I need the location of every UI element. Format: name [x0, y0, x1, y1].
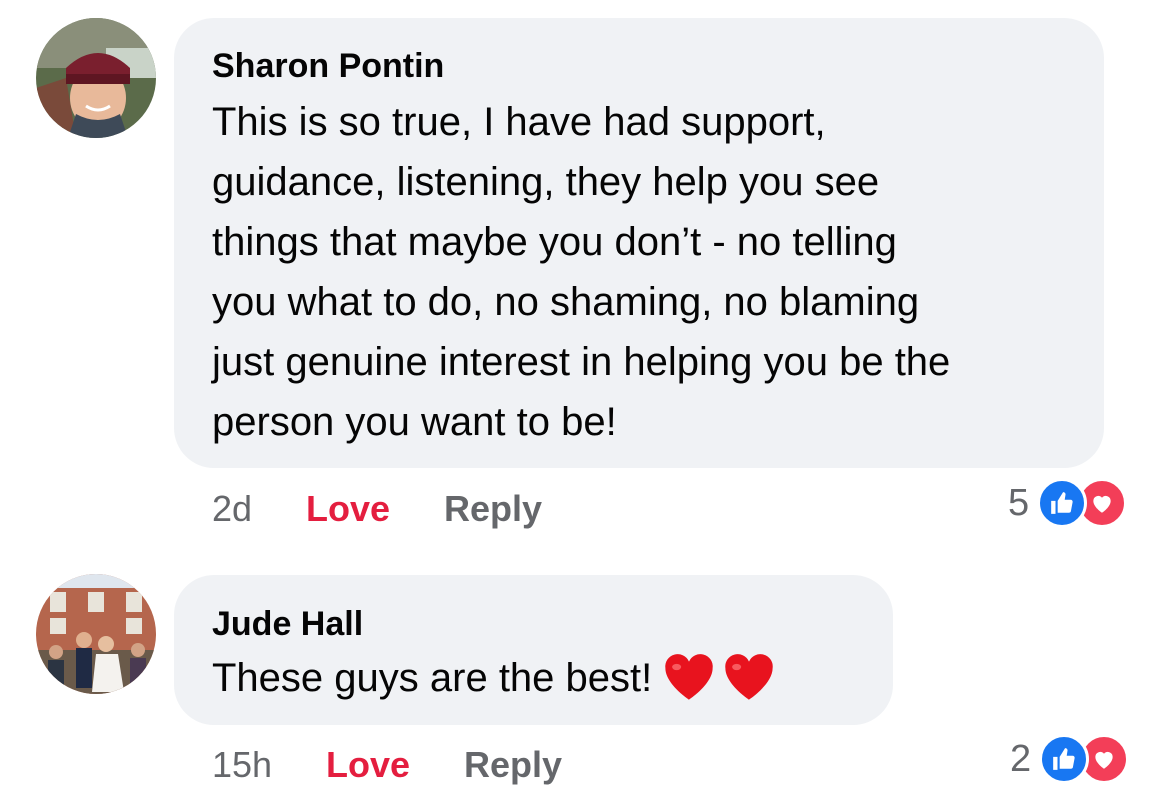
- heart-emojis: [662, 651, 782, 718]
- comment-text-line: guidance, listening, they help you see: [212, 160, 880, 204]
- comment-text-line: This is so true, I have had support,: [212, 100, 826, 144]
- comment-text-content: These guys are the best!: [212, 656, 653, 700]
- reply-button[interactable]: Reply: [444, 488, 542, 530]
- comment-timestamp[interactable]: 15h: [212, 744, 272, 786]
- comment-timestamp[interactable]: 2d: [212, 488, 252, 530]
- love-button[interactable]: Love: [326, 744, 410, 786]
- comment-text: This is so true, I have had support, gui…: [212, 92, 950, 452]
- comment-author[interactable]: Sharon Pontin: [212, 46, 444, 86]
- reply-button[interactable]: Reply: [464, 744, 562, 786]
- like-icon: [1039, 734, 1090, 784]
- comment-text-line: These guys are the best!: [212, 648, 782, 718]
- heart-emoji: [725, 654, 773, 700]
- comment-text-line: things that maybe you don’t - no telling: [212, 220, 897, 264]
- comment-text-line: you what to do, no shaming, no blaming: [212, 280, 920, 324]
- reaction-summary[interactable]: 2: [1010, 732, 1130, 786]
- comment-text-line: just genuine interest in helping you be …: [212, 340, 951, 384]
- comment-author[interactable]: Jude Hall: [212, 604, 363, 644]
- heart-emoji: [665, 654, 713, 700]
- comment-text: These guys are the best!: [212, 648, 782, 718]
- avatar[interactable]: [36, 574, 156, 694]
- reaction-count: 5: [1008, 482, 1030, 524]
- reaction-summary[interactable]: 5: [1008, 476, 1128, 530]
- reaction-count: 2: [1010, 738, 1032, 780]
- comment-text-line: person you want to be!: [212, 400, 617, 444]
- love-button[interactable]: Love: [306, 488, 390, 530]
- avatar[interactable]: [36, 18, 156, 138]
- like-icon: [1037, 478, 1088, 528]
